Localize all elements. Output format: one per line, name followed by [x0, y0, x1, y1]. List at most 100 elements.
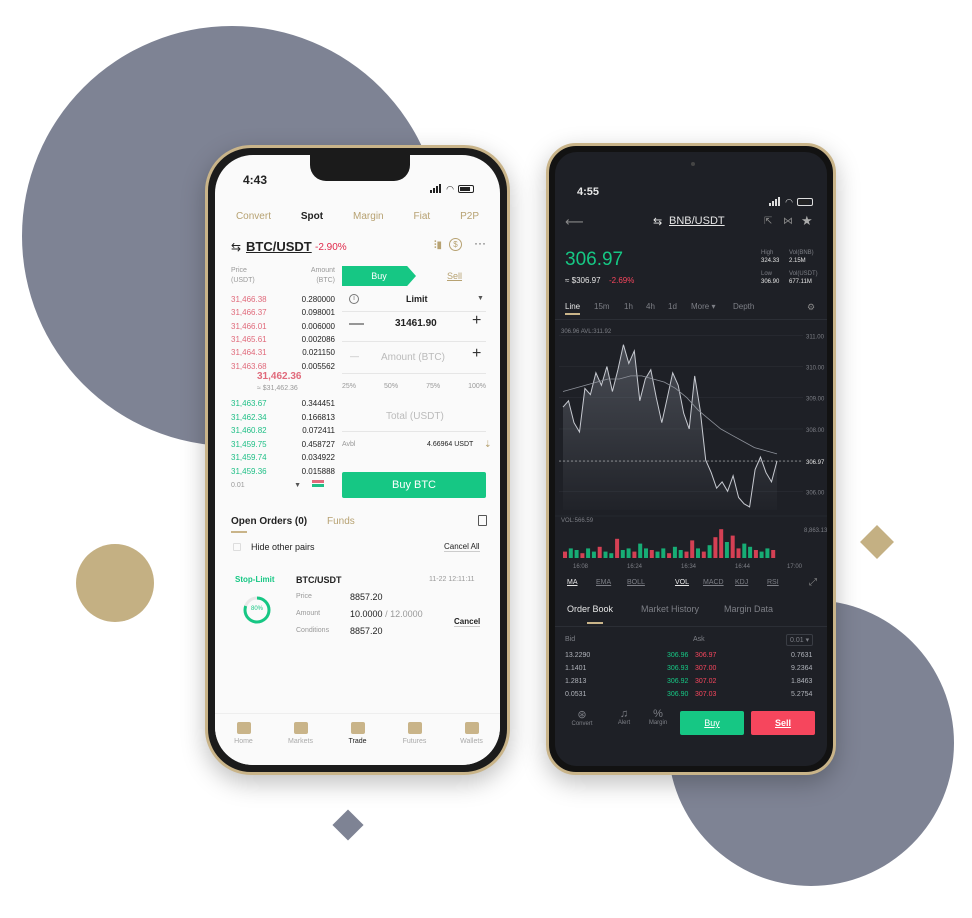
pair-selector[interactable]: BNB/USDT — [669, 215, 725, 227]
bid-price[interactable]: 306.92 — [667, 678, 688, 685]
star-icon[interactable]: ★ — [801, 213, 813, 229]
order-type-select[interactable]: Limit — [406, 294, 428, 304]
depth-select[interactable]: 0.01 ▼ — [231, 482, 301, 489]
ask-price[interactable]: 307.00 — [695, 665, 716, 672]
bid-price[interactable]: 306.90 — [667, 691, 688, 698]
orderbook-price-header: Price (USDT) — [231, 267, 255, 284]
ask-row[interactable]: 31,466.38 0.280000 — [231, 295, 335, 307]
tab-p2p[interactable]: P2P — [460, 211, 479, 222]
nav-home[interactable]: Home — [219, 722, 269, 765]
total-input[interactable]: Total (USDT) — [386, 411, 444, 422]
bid-row[interactable]: 31,460.82 0.072411 — [231, 426, 335, 438]
ask-row[interactable]: 31,463.68 0.005562 — [231, 362, 335, 374]
book-tab[interactable]: Order Book — [567, 604, 613, 614]
fullscreen-icon[interactable]: ⤢ — [809, 577, 817, 588]
interval-tab[interactable]: Line — [565, 302, 581, 315]
back-arrow-icon[interactable]: ⟵ — [565, 214, 584, 230]
cancel-all-button[interactable]: Cancel All — [444, 542, 480, 552]
sell-tab[interactable]: Sell — [447, 271, 462, 281]
buy-tab[interactable]: Buy — [342, 266, 416, 286]
price-plus-button[interactable]: + — [472, 312, 481, 330]
volume-bar — [597, 546, 602, 558]
swap-icon[interactable]: ⇆ — [653, 215, 662, 228]
indicator-tab[interactable]: VOL — [675, 579, 689, 586]
order-history-icon[interactable] — [478, 515, 487, 526]
tab-fiat[interactable]: Fiat — [414, 211, 431, 222]
bid-price[interactable]: 306.96 — [667, 652, 688, 659]
bottom-icon-convert[interactable]: ⊛ Convert — [567, 708, 597, 727]
pair-selector[interactable]: BTC/USDT — [246, 239, 312, 254]
interval-tab[interactable]: 1h — [624, 302, 633, 311]
pair-header: ⇆ BTC/USDT -2.90% ⫶▮ $ ··· — [231, 236, 486, 259]
tab-spot[interactable]: Spot — [301, 211, 323, 222]
chart-settings-icon[interactable]: ⚙ — [807, 302, 815, 313]
price-minus-button[interactable]: — — [349, 315, 364, 332]
price-axis-label: 311.00 — [806, 334, 825, 340]
compare-icon[interactable]: ⋈ — [783, 216, 793, 227]
bid-row[interactable]: 31,459.74 0.034922 — [231, 453, 335, 465]
buy-btc-button[interactable]: Buy BTC — [342, 472, 486, 498]
interval-tab[interactable]: Depth — [733, 302, 754, 311]
book-tab[interactable]: Margin Data — [724, 604, 773, 614]
percent-option[interactable]: 25% — [342, 383, 356, 395]
order-amount-label: Amount — [296, 610, 321, 617]
ask-row[interactable]: 31,466.01 0.006000 — [231, 322, 335, 334]
percent-option[interactable]: 100% — [468, 383, 486, 395]
tab-margin[interactable]: Margin — [353, 211, 384, 222]
share-icon[interactable]: ⇱ — [764, 216, 772, 227]
bid-row[interactable]: 31,459.36 0.015888 — [231, 467, 335, 479]
bottom-icon-margin[interactable]: % Margin — [643, 708, 673, 726]
ask-row[interactable]: 31,465.61 0.002086 — [231, 335, 335, 347]
more-icon[interactable]: ··· — [474, 236, 486, 250]
ask-amount: 0.006000 — [301, 321, 335, 331]
indicator-tab[interactable]: MA — [567, 579, 578, 586]
bid-row[interactable]: 31,459.75 0.458727 — [231, 440, 335, 452]
info-icon[interactable]: i — [349, 294, 359, 304]
time-axis-label: 17:00 — [787, 564, 803, 570]
interval-tab[interactable]: 4h — [646, 302, 655, 311]
indicator-tab[interactable]: KDJ — [735, 579, 748, 586]
hide-pairs-checkbox[interactable] — [233, 543, 241, 551]
book-depth-select[interactable]: 0.01 ▾ — [786, 634, 814, 646]
ask-price[interactable]: 307.02 — [695, 678, 716, 685]
chart-icon[interactable]: ⫶▮ — [434, 240, 442, 251]
percent-option[interactable]: 50% — [384, 383, 398, 395]
tab-convert[interactable]: Convert — [236, 211, 271, 222]
interval-tab[interactable]: 15m — [594, 302, 610, 311]
nav-trade[interactable]: Trade — [333, 722, 383, 765]
ask-price[interactable]: 307.03 — [695, 691, 716, 698]
bottom-icon-alert[interactable]: ♫ Alert — [609, 708, 639, 726]
interval-tab[interactable]: More ▾ — [691, 302, 715, 311]
transfer-icon[interactable]: ⇣ — [484, 439, 492, 450]
nav-wallets[interactable]: Wallets — [447, 722, 497, 765]
coin-icon[interactable]: $ — [449, 238, 462, 251]
interval-tab[interactable]: 1d — [668, 302, 677, 311]
ask-row[interactable]: 31,464.31 0.021150 — [231, 348, 335, 360]
indicator-tab[interactable]: EMA — [596, 579, 611, 586]
amount-input[interactable]: Amount (BTC) — [381, 352, 445, 363]
bid-price[interactable]: 306.93 — [667, 665, 688, 672]
sell-button[interactable]: Sell — [751, 711, 815, 735]
bid-row[interactable]: 31,462.34 0.166813 — [231, 413, 335, 425]
indicator-tab[interactable]: BOLL — [627, 579, 645, 586]
stat-value: 677.11M — [789, 279, 812, 285]
order-cancel-button[interactable]: Cancel — [454, 617, 481, 627]
nav-markets[interactable]: Markets — [276, 722, 326, 765]
amount-plus-button[interactable]: + — [472, 345, 481, 363]
order-type-chevron-icon[interactable]: ▼ — [477, 295, 484, 302]
open-orders-tab[interactable]: Open Orders (0) — [231, 516, 307, 527]
ask-price[interactable]: 306.97 — [695, 652, 716, 659]
bid-row[interactable]: 31,463.67 0.344451 — [231, 399, 335, 411]
indicator-tab[interactable]: MACD — [703, 579, 724, 586]
ask-row[interactable]: 31,466.37 0.098001 — [231, 308, 335, 320]
swap-icon[interactable]: ⇆ — [231, 240, 241, 254]
percent-option[interactable]: 75% — [426, 383, 440, 395]
indicator-tab[interactable]: RSI — [767, 579, 779, 586]
orderbook-layout-icon[interactable] — [312, 480, 324, 490]
funds-tab[interactable]: Funds — [327, 516, 355, 527]
buy-button[interactable]: Buy — [680, 711, 744, 735]
price-input[interactable]: 31461.90 — [395, 318, 437, 329]
book-tab[interactable]: Market History — [641, 604, 699, 614]
nav-futures[interactable]: Futures — [390, 722, 440, 765]
amount-minus-button[interactable]: — — [350, 351, 359, 361]
